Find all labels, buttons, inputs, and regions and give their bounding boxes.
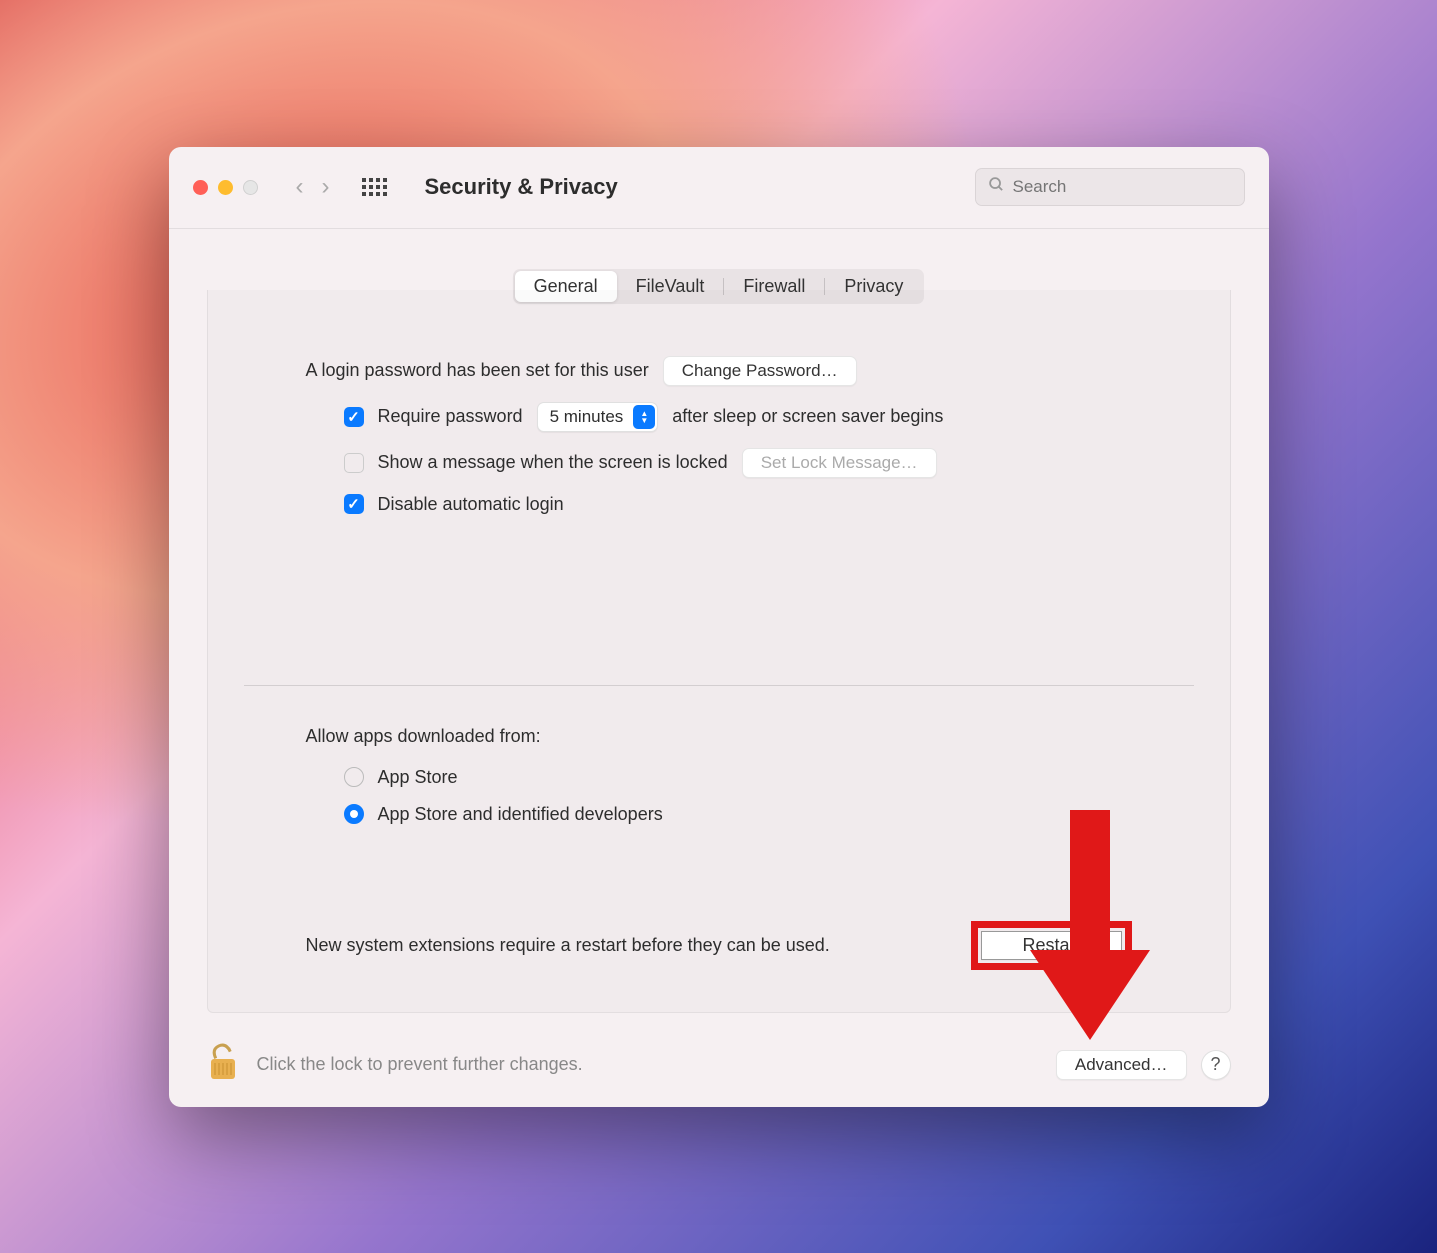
search-input[interactable]	[1013, 177, 1232, 197]
set-lock-message-button: Set Lock Message…	[742, 448, 937, 478]
general-panel: A login password has been set for this u…	[207, 290, 1231, 1013]
chevron-up-down-icon: ▲▼	[633, 405, 655, 429]
change-password-button[interactable]: Change Password…	[663, 356, 857, 386]
allow-identified-radio[interactable]	[344, 804, 364, 824]
preferences-window: ‹ › Security & Privacy General FileVault…	[169, 147, 1269, 1107]
arrow-annotation	[1030, 810, 1150, 1060]
window-title: Security & Privacy	[425, 174, 618, 200]
nav-arrows: ‹ ›	[296, 173, 330, 201]
advanced-button[interactable]: Advanced…	[1056, 1050, 1187, 1080]
require-password-checkbox[interactable]	[344, 407, 364, 427]
help-button[interactable]: ?	[1201, 1050, 1231, 1080]
lock-text: Click the lock to prevent further change…	[257, 1054, 583, 1075]
footer: Click the lock to prevent further change…	[207, 1041, 1231, 1089]
disable-auto-login-label: Disable automatic login	[378, 494, 564, 515]
titlebar: ‹ › Security & Privacy	[169, 147, 1269, 229]
disable-auto-login-checkbox[interactable]	[344, 494, 364, 514]
allow-identified-label: App Store and identified developers	[378, 804, 663, 825]
content-area: General FileVault Firewall Privacy A log…	[169, 229, 1269, 1013]
login-password-text: A login password has been set for this u…	[306, 360, 649, 381]
allow-apps-label: Allow apps downloaded from:	[306, 726, 541, 747]
allow-app-store-label: App Store	[378, 767, 458, 788]
after-sleep-text: after sleep or screen saver begins	[672, 406, 943, 427]
divider	[244, 685, 1194, 686]
minimize-button[interactable]	[218, 180, 233, 195]
password-delay-value: 5 minutes	[550, 407, 624, 427]
restart-text: New system extensions require a restart …	[306, 935, 830, 956]
close-button[interactable]	[193, 180, 208, 195]
show-all-icon[interactable]	[362, 178, 387, 196]
show-message-label: Show a message when the screen is locked	[378, 452, 728, 473]
forward-button[interactable]: ›	[322, 173, 330, 201]
search-icon	[988, 176, 1005, 198]
show-message-checkbox[interactable]	[344, 453, 364, 473]
back-button[interactable]: ‹	[296, 173, 304, 201]
require-password-label: Require password	[378, 406, 523, 427]
search-box[interactable]	[975, 168, 1245, 206]
lock-icon[interactable]	[207, 1041, 239, 1089]
zoom-button[interactable]	[243, 180, 258, 195]
window-controls	[193, 180, 258, 195]
password-delay-select[interactable]: 5 minutes ▲▼	[537, 402, 659, 432]
allow-app-store-radio[interactable]	[344, 767, 364, 787]
